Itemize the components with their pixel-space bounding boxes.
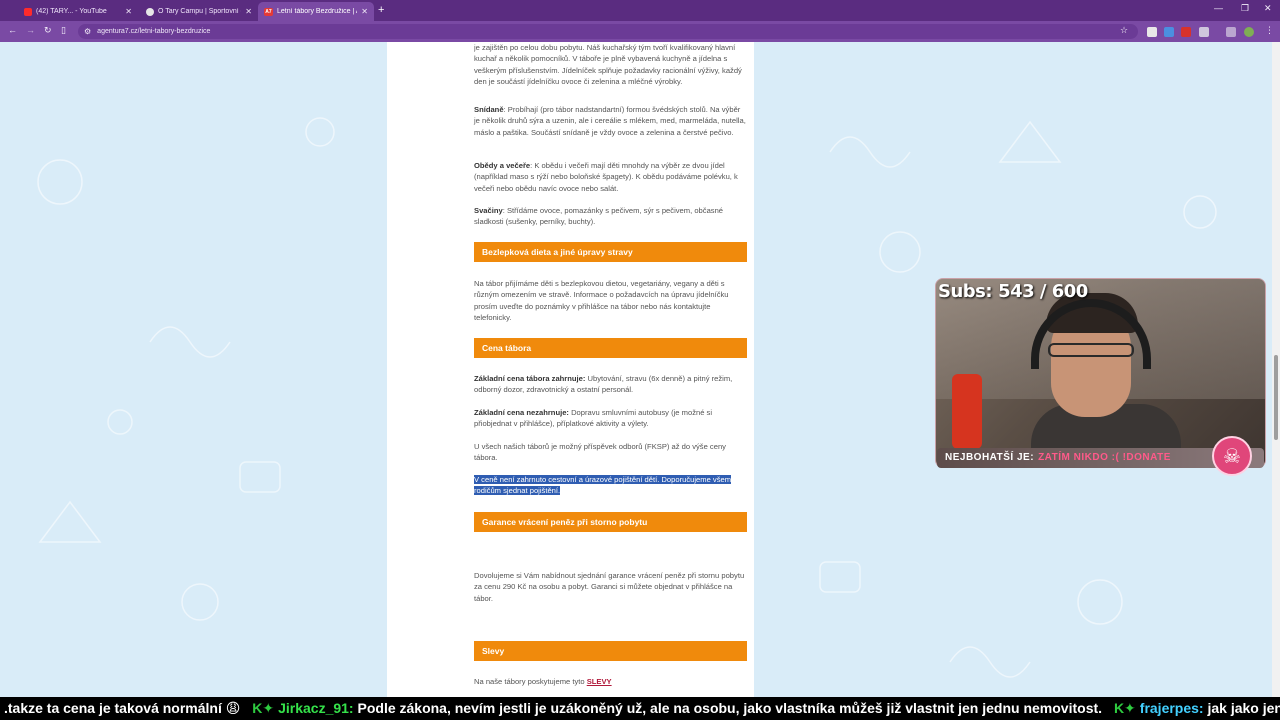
skull-icon: ☠ xyxy=(1212,436,1252,476)
richest-value: ZATÍM NIKDO :( !DONATE xyxy=(1038,452,1171,463)
chat-username: frajerpes: xyxy=(1139,700,1204,716)
agentura-icon: A7 xyxy=(264,7,273,16)
subs-counter: Subs: 543 / 600 xyxy=(938,281,1094,302)
youtube-icon xyxy=(24,7,32,16)
menu-kebab-icon[interactable]: ⋮ xyxy=(1265,25,1274,36)
kick-icon: K✦ xyxy=(252,700,275,716)
site-info-icon[interactable]: ⚙ xyxy=(84,27,91,36)
breakfast-label: Snídaně xyxy=(474,105,504,114)
glasses-icon xyxy=(1048,343,1134,357)
kick-icon: K✦ xyxy=(1113,700,1136,716)
extension-icon[interactable] xyxy=(1181,27,1191,37)
intro-text: je zajištěn po celou dobu pobytu. Náš ku… xyxy=(474,43,742,86)
close-icon[interactable]: ✕ xyxy=(245,7,252,16)
extensions-puzzle-icon[interactable] xyxy=(1199,27,1209,37)
price-excludes-label: Základní cena nezahrnuje: xyxy=(474,408,569,417)
minimize-icon[interactable]: — xyxy=(1214,3,1223,13)
discounts-paragraph: Na naše tábory poskytujeme tyto SLEVY xyxy=(474,676,748,687)
tab-strip: (42) TARY... - YouTube ✕ O Tary Campu | … xyxy=(0,0,1280,21)
extension-icon[interactable] xyxy=(1147,27,1157,37)
tab-youtube[interactable]: (42) TARY... - YouTube ✕ xyxy=(18,2,138,21)
webcam-overlay xyxy=(935,278,1266,468)
subs-value: 543 / 600 xyxy=(998,281,1088,302)
price-excludes-paragraph: Základní cena nezahrnuje: Dopravu smluvn… xyxy=(474,407,748,430)
breakfast-text: : Probíhají (pro tábor nadstandartní) fo… xyxy=(474,105,746,137)
snack-paragraph: Svačiny: Střídáme ovoce, pomazánky s peč… xyxy=(474,205,748,228)
tab-title: (42) TARY... - YouTube xyxy=(36,8,107,15)
avatar[interactable] xyxy=(1244,27,1254,37)
url-text: agentura7.cz/letni-tabory-bezdruzice xyxy=(97,28,211,35)
close-icon[interactable]: ✕ xyxy=(125,7,132,16)
address-bar[interactable]: ⚙ agentura7.cz/letni-tabory-bezdruzice xyxy=(78,24,1138,39)
split-view-icon[interactable]: ▯ xyxy=(61,25,66,36)
browser-toolbar: ← → ↻ ▯ ⚙ agentura7.cz/letni-tabory-bezd… xyxy=(0,21,1280,42)
chat-message: .takze ta cena je taková normální 😩 xyxy=(4,700,241,716)
section-heading-gluten: Bezlepková dieta a jiné úpravy stravy xyxy=(474,242,747,262)
red-object xyxy=(952,374,982,449)
section-heading-price: Cena tábora xyxy=(474,338,747,358)
section-heading-discounts: Slevy xyxy=(474,641,747,661)
fksp-text: U všech našich táborů je možný příspěvek… xyxy=(474,442,726,463)
chat-ticker: .takze ta cena je taková normální 😩 K✦ Ji… xyxy=(0,697,1280,720)
close-icon[interactable]: ✕ xyxy=(361,7,368,16)
chat-username: Jirkacz_91: xyxy=(278,700,354,716)
close-window-icon[interactable]: ✕ xyxy=(1264,3,1272,14)
scrollbar-thumb[interactable] xyxy=(1274,355,1278,440)
price-includes-label: Základní cena tábora zahrnuje: xyxy=(474,374,586,383)
lunch-paragraph: Obědy a večeře: K obědu i večeři mají dě… xyxy=(474,160,748,194)
tab-title: O Tary Campu | Sportovní camp... xyxy=(158,8,241,15)
back-icon[interactable]: ← xyxy=(8,25,17,35)
gluten-text: Na tábor přijímáme děti s bezlepkovou di… xyxy=(474,279,729,322)
discounts-link[interactable]: SLEVY xyxy=(587,677,612,686)
breakfast-paragraph: Snídaně: Probíhají (pro tábor nadstandar… xyxy=(474,104,748,138)
maximize-icon[interactable]: ❐ xyxy=(1241,3,1249,14)
snack-text: : Střídáme ovoce, pomazánky s pečivem, s… xyxy=(474,206,724,227)
translate-icon[interactable] xyxy=(1164,27,1174,37)
discounts-text: Na naše tábory poskytujeme tyto xyxy=(474,677,587,686)
tab-agentura7[interactable]: A7 Letní tábory Bezdružice | Agen... ✕ xyxy=(258,2,374,21)
section-heading-refund: Garance vrácení peněz při storno pobytu xyxy=(474,512,747,532)
chat-message: jak jako jen jednu nemovitost xyxy=(1207,700,1280,716)
tab-title: Letní tábory Bezdružice | Agen... xyxy=(277,8,357,15)
insurance-paragraph[interactable]: V ceně není zahrnuto cestovní a úrazové … xyxy=(474,474,748,497)
tab-tary-campu[interactable]: O Tary Campu | Sportovní camp... ✕ xyxy=(140,2,258,21)
new-tab-button[interactable]: + xyxy=(378,4,384,16)
selected-text-line-1: V ceně není zahrnuto cestovní a úrazové … xyxy=(474,475,732,484)
reload-icon[interactable]: ↻ xyxy=(44,25,52,36)
forward-icon[interactable]: → xyxy=(26,25,35,35)
snack-label: Svačiny xyxy=(474,206,503,215)
refund-text: Dovolujeme si Vám nabídnout sjednání gar… xyxy=(474,571,745,603)
price-includes-paragraph: Základní cena tábora zahrnuje: Ubytování… xyxy=(474,373,748,396)
chat-message: Podle zákona, nevím jestli je uzákoněný … xyxy=(353,700,1103,716)
richest-label: NEJBOHATŠÍ JE: xyxy=(945,452,1035,463)
globe-icon xyxy=(146,7,154,16)
subs-label: Subs: xyxy=(938,281,993,302)
selected-text-line-2: rodičům sjednat pojištění. xyxy=(474,486,561,496)
lunch-label: Obědy a večeře xyxy=(474,161,531,170)
downloads-icon[interactable] xyxy=(1226,27,1236,37)
bookmark-star-icon[interactable]: ☆ xyxy=(1120,25,1128,36)
